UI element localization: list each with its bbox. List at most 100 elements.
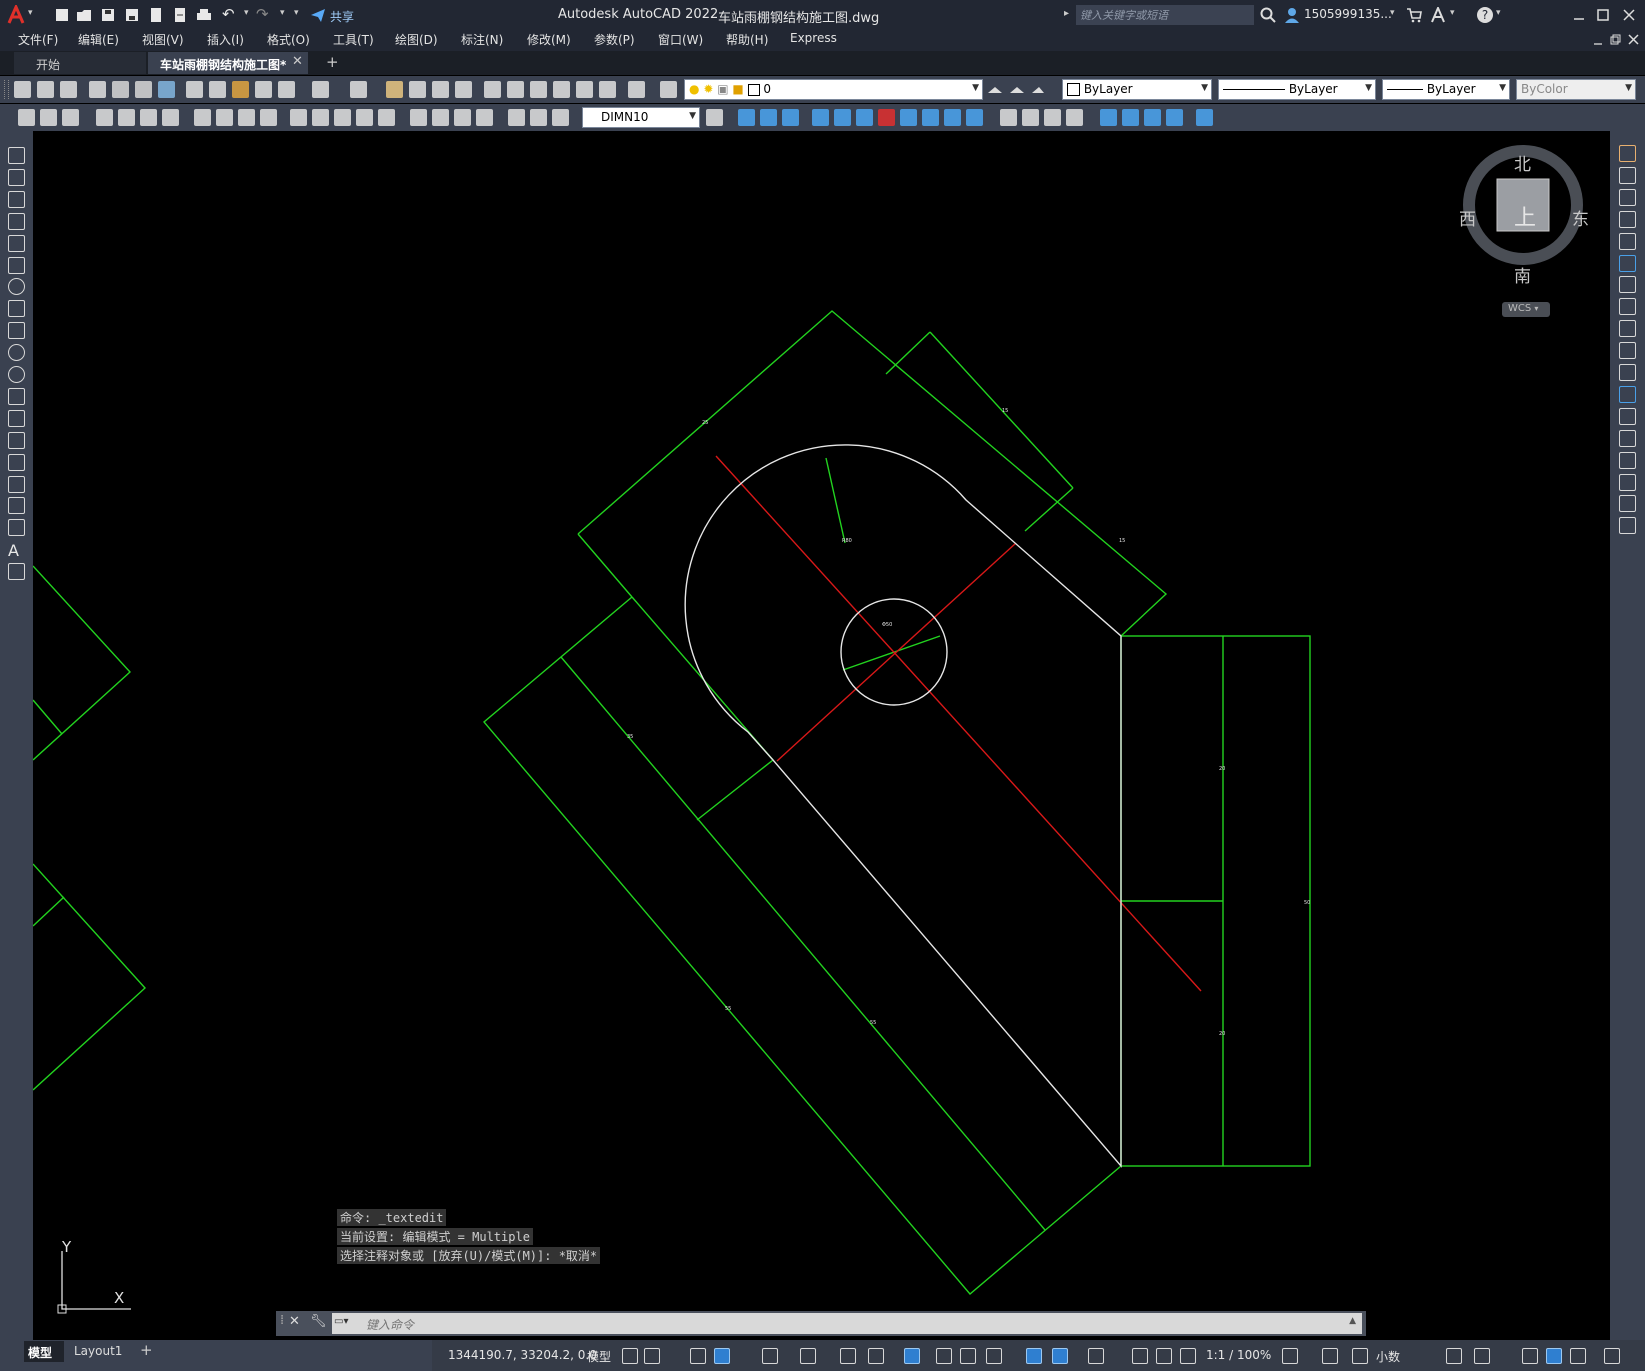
menu-item-3[interactable]: 插入(I): [207, 31, 244, 48]
viewcube-east[interactable]: 东: [1572, 205, 1589, 230]
break-point-icon[interactable]: [1619, 385, 1636, 403]
region-icon[interactable]: [8, 497, 25, 515]
3d-dwf-icon[interactable]: [158, 81, 175, 98]
dimstyle-dropdown[interactable]: DIMN10 ▼: [582, 107, 700, 128]
share-label[interactable]: 共享: [330, 8, 354, 25]
view-icon-5[interactable]: [1196, 109, 1213, 126]
chevron-up-icon[interactable]: ▲: [1349, 1316, 1356, 1326]
close-command-icon[interactable]: ✕: [289, 1314, 300, 1329]
ucs-icon-2[interactable]: [760, 109, 777, 126]
color-dropdown[interactable]: ByLayer ▼: [1062, 79, 1212, 100]
help-icon[interactable]: [628, 81, 645, 98]
annotation-visibility-icon[interactable]: [1156, 1348, 1172, 1364]
render-icon-1[interactable]: [1000, 109, 1017, 126]
ellipse-arc-icon[interactable]: [8, 366, 25, 383]
undo-icon[interactable]: [312, 81, 329, 98]
grid-icon[interactable]: [622, 1348, 638, 1364]
dim-linear-icon[interactable]: [96, 109, 113, 126]
user-dropdown-icon[interactable]: ▾: [1390, 8, 1395, 18]
dim-linear-small-icon[interactable]: [18, 109, 35, 126]
dim-baseline-icon[interactable]: [312, 109, 329, 126]
units-icon[interactable]: [1352, 1348, 1368, 1364]
save-as-icon[interactable]: [124, 7, 140, 23]
redo-icon[interactable]: ↷: [256, 5, 269, 23]
user-icon[interactable]: [1283, 6, 1301, 24]
quick-dim-icon[interactable]: [290, 109, 307, 126]
undo-icon[interactable]: ↶: [222, 5, 235, 23]
menu-item-9[interactable]: 参数(P): [594, 31, 635, 48]
isolate-objects-icon[interactable]: [1522, 1348, 1538, 1364]
selection-filter-icon[interactable]: [1088, 1348, 1104, 1364]
construction-line-icon[interactable]: [8, 168, 25, 186]
quick-properties-icon[interactable]: [1446, 1348, 1462, 1364]
account-dropdown-icon[interactable]: ▾: [1450, 8, 1455, 18]
open-folder-icon[interactable]: [76, 7, 92, 23]
tab-document[interactable]: 车站雨棚钢结构施工图* ✕: [148, 52, 308, 74]
object-snap-icon[interactable]: [904, 1348, 920, 1364]
close-icon[interactable]: ✕: [292, 54, 303, 69]
dim-jogged-icon[interactable]: [216, 109, 233, 126]
ucs-icon-9[interactable]: [922, 109, 939, 126]
wrench-icon[interactable]: 🔧︎: [310, 1314, 327, 1329]
units-selector[interactable]: 小数: [1376, 1348, 1400, 1365]
copy-icon[interactable]: [209, 81, 226, 98]
move-icon[interactable]: [1619, 254, 1636, 272]
object-snap-tracking-icon[interactable]: [868, 1348, 884, 1364]
fillet-icon[interactable]: [1619, 473, 1636, 491]
spline-icon[interactable]: [8, 322, 25, 340]
annotation-monitor-icon[interactable]: [1322, 1348, 1338, 1364]
tool-palettes-icon[interactable]: [530, 81, 547, 98]
render-icon-2[interactable]: [1022, 109, 1039, 126]
customization-menu-icon[interactable]: [1604, 1348, 1620, 1364]
menu-item-6[interactable]: 绘图(D): [395, 31, 438, 48]
stretch-icon[interactable]: [1619, 320, 1636, 338]
tab-start[interactable]: 开始: [14, 52, 146, 74]
make-block-icon[interactable]: [8, 409, 25, 427]
lineweight-dropdown[interactable]: ByLayer ▼: [1382, 79, 1510, 100]
plot-icon[interactable]: [196, 7, 212, 23]
help-dropdown-icon[interactable]: ▾: [1496, 8, 1501, 18]
menu-item-0[interactable]: 文件(F): [18, 31, 58, 48]
zoom-previous-icon[interactable]: [455, 81, 472, 98]
table-icon[interactable]: [8, 519, 25, 537]
publish-icon[interactable]: [135, 81, 152, 98]
ucs-icon-11[interactable]: [966, 109, 983, 126]
dim-edit-icon[interactable]: [40, 109, 57, 126]
workspace-gear-icon[interactable]: [1282, 1348, 1298, 1364]
save-icon[interactable]: [100, 7, 116, 23]
maximize-icon[interactable]: [1596, 8, 1610, 22]
explode-icon[interactable]: [1619, 517, 1636, 535]
dim-style-icon[interactable]: [552, 109, 569, 126]
model-space-toggle[interactable]: 模型: [587, 1348, 611, 1365]
dim-aligned-icon[interactable]: [118, 109, 135, 126]
transparency-icon[interactable]: [960, 1348, 976, 1364]
wcs-menu[interactable]: WCS ▾: [1502, 302, 1550, 317]
search-icon[interactable]: [1260, 7, 1276, 23]
user-name[interactable]: 1505999135...: [1304, 7, 1392, 21]
clean-screen-icon[interactable]: [1570, 1348, 1586, 1364]
blend-curves-icon[interactable]: [1619, 495, 1636, 513]
new-file-icon[interactable]: [54, 7, 70, 23]
view-icon-2[interactable]: [1122, 109, 1139, 126]
dim-continue-icon[interactable]: [334, 109, 351, 126]
line-icon[interactable]: [8, 147, 25, 164]
ucs-icon-7[interactable]: [878, 109, 895, 126]
autodesk-account-icon[interactable]: [1430, 7, 1446, 23]
redo-icon[interactable]: [350, 81, 367, 98]
dim-edit-text-icon[interactable]: [508, 109, 525, 126]
view-icon-1[interactable]: [1100, 109, 1117, 126]
polygon-icon[interactable]: [8, 212, 25, 230]
dim-radius-icon[interactable]: [194, 109, 211, 126]
coordinates-readout[interactable]: 1344190.7, 33204.2, 0.0: [448, 1348, 597, 1362]
extend-icon[interactable]: [1619, 364, 1636, 381]
viewcube-south[interactable]: 南: [1514, 262, 1531, 287]
menu-item-11[interactable]: 帮助(H): [726, 31, 768, 48]
dim-arc-icon[interactable]: [140, 109, 157, 126]
rotate-icon[interactable]: [1619, 276, 1636, 294]
new-icon[interactable]: [14, 81, 31, 98]
point-icon[interactable]: [8, 431, 25, 449]
render-icon-3[interactable]: [1044, 109, 1061, 126]
ucs-icon-5[interactable]: [834, 109, 851, 126]
app-menu-dropdown-icon[interactable]: ▾: [28, 8, 33, 18]
view-icon-4[interactable]: [1166, 109, 1183, 126]
